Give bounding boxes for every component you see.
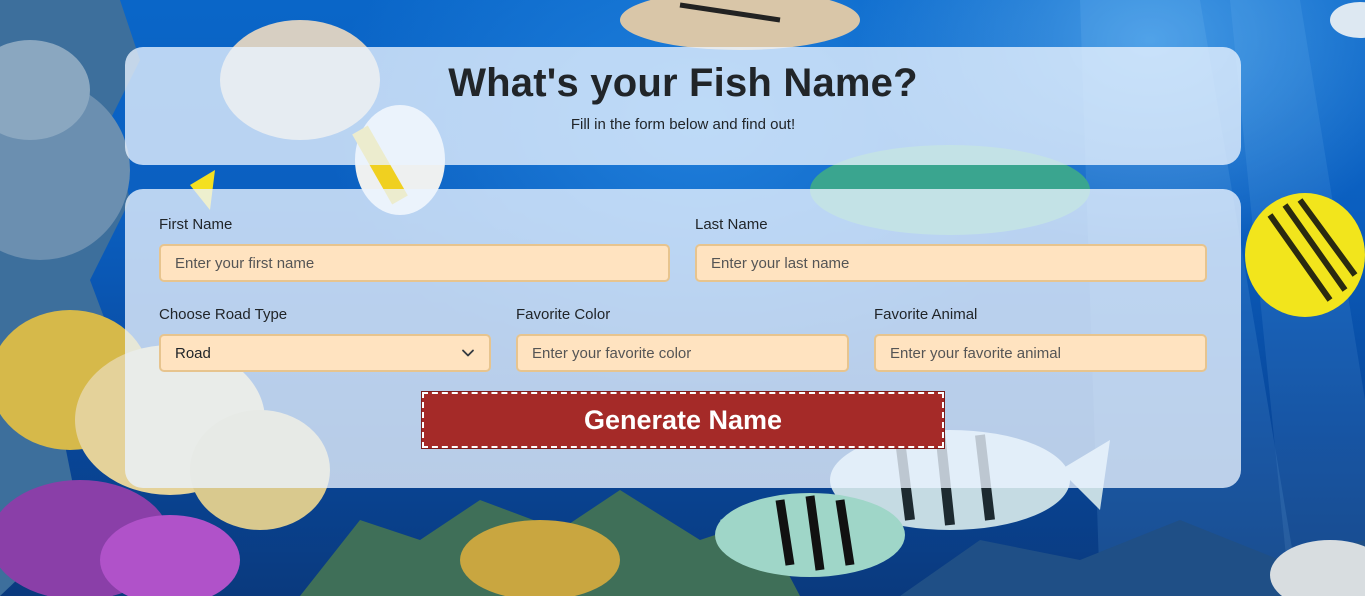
- road-type-selected-value: Road: [175, 344, 211, 362]
- first-name-field: First Name: [159, 216, 670, 282]
- generate-name-button[interactable]: Generate Name: [421, 391, 945, 449]
- page-subtitle: Fill in the form below and find out!: [570, 116, 796, 133]
- page-title: What's your Fish Name?: [448, 61, 918, 105]
- app-window: What's your Fish Name? Fill in the form …: [0, 0, 1365, 596]
- road-type-select[interactable]: Road: [159, 334, 491, 372]
- favorite-animal-input[interactable]: [874, 334, 1207, 372]
- fish-name-form: First Name Last Name Choose Road Type Ro…: [125, 189, 1241, 488]
- favorite-color-field: Favorite Color: [516, 306, 849, 372]
- first-name-input[interactable]: [159, 244, 670, 282]
- chevron-down-icon: [462, 349, 474, 357]
- last-name-input[interactable]: [695, 244, 1207, 282]
- favorite-animal-label: Favorite Animal: [874, 306, 978, 323]
- last-name-field: Last Name: [695, 216, 1207, 282]
- header-panel: What's your Fish Name? Fill in the form …: [125, 47, 1241, 165]
- road-type-label: Choose Road Type: [159, 306, 288, 323]
- first-name-label: First Name: [159, 216, 233, 233]
- favorite-color-input[interactable]: [516, 334, 849, 372]
- last-name-label: Last Name: [695, 216, 768, 233]
- favorite-animal-field: Favorite Animal: [874, 306, 1207, 372]
- favorite-color-label: Favorite Color: [516, 306, 611, 323]
- road-type-field: Choose Road Type Road: [159, 306, 491, 372]
